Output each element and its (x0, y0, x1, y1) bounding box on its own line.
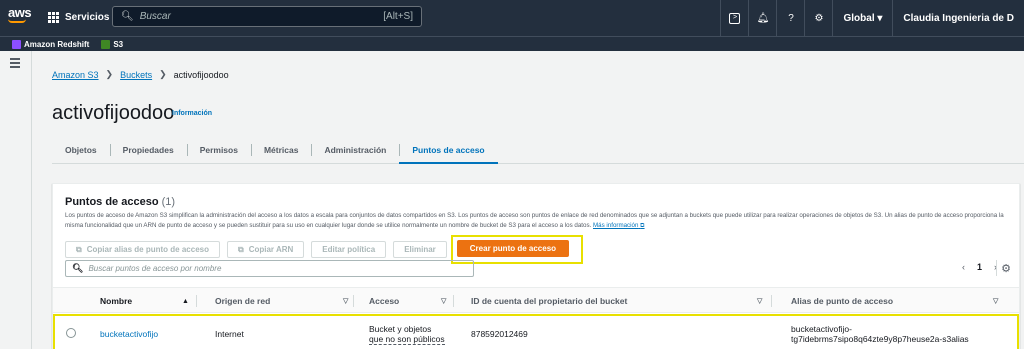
tab-management[interactable]: Administración (311, 136, 399, 163)
row-select-radio[interactable] (66, 328, 76, 338)
column-divider (453, 295, 454, 307)
alias-cell: bucketactivofijo- tg7idebrms7sipo8q64zte… (791, 316, 969, 349)
top-nav: aws Servicios 🔍︎ [Alt+S] > 🔔︎ ? ⚙ Global… (0, 0, 1024, 36)
nav-right: > 🔔︎ ? ⚙ Global ▾ Claudia Ingenieria de … (720, 0, 1024, 36)
alias-line-2: tg7idebrms7sipo8q64zte9y8p7heuse2a-s3ali… (791, 334, 969, 344)
cloudshell-icon: > (729, 12, 741, 24)
external-link-icon: ⧉ (640, 222, 645, 229)
sort-icon: ▽ (757, 298, 763, 305)
copy-alias-label: Copiar alias de punto de acceso (86, 245, 209, 254)
divider (996, 260, 997, 276)
panel-title: Puntos de acceso (1) (65, 196, 175, 208)
breadcrumb-current: activofijoodoo (173, 69, 229, 80)
account-id-cell: 878592012469 (471, 329, 528, 339)
more-info-link[interactable]: Más información ⧉ (593, 222, 645, 229)
sort-asc-icon: ▲ (182, 297, 189, 305)
bell-icon: 🔔︎ (756, 12, 770, 24)
favorite-redshift[interactable]: Amazon Redshift (12, 39, 90, 49)
chevron-right-icon: ❯ (105, 69, 114, 79)
access-point-filter[interactable]: 🔍︎ (65, 260, 474, 277)
aws-smile-icon (8, 19, 26, 23)
global-search[interactable]: 🔍︎ [Alt+S] (112, 6, 422, 27)
access-line-1: Bucket y objetos (369, 323, 432, 334)
settings-button[interactable]: ⚙ (804, 0, 832, 36)
favorites-bar: Amazon Redshift S3 (0, 36, 1024, 51)
favorite-label: Amazon Redshift (24, 39, 90, 49)
table-settings-icon[interactable]: ⚙ (1001, 262, 1011, 275)
prev-page-button[interactable]: ‹ (962, 262, 965, 272)
menu-icon[interactable] (10, 58, 20, 70)
region-selector[interactable]: Global ▾ (832, 0, 892, 36)
copy-alias-button[interactable]: ⧉ Copiar alias de punto de acceso (65, 241, 220, 258)
tab-permissions[interactable]: Permisos (186, 136, 251, 163)
access-cell: Bucket y objetos que no son públicos (369, 316, 445, 349)
search-shortcut: [Alt+S] (383, 11, 413, 22)
column-network-origin[interactable]: Origen de red ▽ (215, 288, 353, 314)
notifications-button[interactable]: 🔔︎ (748, 0, 776, 36)
alias-line-1: bucketactivofijo- (791, 324, 852, 334)
aws-logo[interactable]: aws (8, 5, 32, 20)
bucket-tabs: Objetos Propiedades Permisos Métricas Ad… (52, 136, 1024, 164)
access-point-search-input[interactable] (88, 264, 467, 273)
sort-icon: ▽ (441, 298, 447, 305)
delete-button[interactable]: Eliminar (393, 241, 447, 258)
pagination: ‹ 1 › (950, 262, 997, 272)
services-label: Servicios (65, 11, 110, 23)
page-title: activofijoodoo (52, 102, 175, 124)
sort-icon: ▽ (993, 298, 999, 305)
gear-icon: ⚙ (814, 12, 824, 24)
table-row[interactable]: bucketactivofijo Internet Bucket y objet… (53, 314, 1019, 349)
search-icon: 🔍︎ (121, 11, 134, 22)
panel-description: Los puntos de acceso de Amazon S3 simpli… (65, 211, 1009, 231)
tab-access-points[interactable]: Puntos de acceso (399, 136, 498, 164)
column-name[interactable]: Nombre ▲ (100, 288, 196, 314)
tab-properties[interactable]: Propiedades (109, 136, 187, 163)
panel-title-text: Puntos de acceso (65, 196, 159, 208)
column-divider (196, 295, 197, 307)
favorite-s3[interactable]: S3 (101, 39, 124, 49)
info-link[interactable]: Información (172, 110, 212, 117)
breadcrumb-amazon-s3[interactable]: Amazon S3 (52, 70, 99, 80)
help-icon: ? (788, 12, 794, 24)
sort-icon: ▽ (343, 298, 349, 305)
tab-objects[interactable]: Objetos (52, 136, 110, 163)
column-account-id[interactable]: ID de cuenta del propietario del bucket … (471, 288, 768, 314)
create-access-point-button[interactable]: Crear punto de acceso (456, 240, 570, 257)
column-divider (771, 295, 772, 307)
description-text: Los puntos de acceso de Amazon S3 simpli… (65, 212, 1004, 229)
table-header: Nombre ▲ Origen de red ▽ Acceso ▽ ID de … (53, 287, 1019, 313)
chevron-right-icon: ❯ (159, 69, 167, 79)
access-line-2: que no son públicos (369, 333, 445, 345)
edit-policy-button[interactable]: Editar política (311, 241, 387, 258)
help-button[interactable]: ? (776, 0, 804, 36)
column-divider (353, 295, 354, 307)
breadcrumb-buckets[interactable]: Buckets (120, 70, 152, 80)
account-menu[interactable]: Claudia Ingenieria de D (892, 0, 1024, 36)
tab-metrics[interactable]: Métricas (250, 136, 312, 163)
copy-arn-button[interactable]: ⧉ Copiar ARN (226, 241, 305, 258)
copy-arn-label: Copiar ARN (248, 245, 294, 254)
favorite-label: S3 (113, 39, 124, 49)
redshift-icon (12, 39, 21, 49)
cloudshell-button[interactable]: > (720, 0, 748, 36)
column-alias[interactable]: Alias de punto de acceso ▽ (791, 288, 1001, 314)
network-origin-cell: Internet (215, 329, 244, 339)
access-points-count: (1) (161, 196, 176, 208)
s3-icon (101, 39, 111, 49)
access-point-name-link[interactable]: bucketactivofijo (100, 316, 158, 349)
access-points-panel: Puntos de acceso (1) Los puntos de acces… (52, 183, 1020, 349)
breadcrumb: Amazon S3 ❯ Buckets ❯ activofijoodoo (52, 69, 229, 80)
grid-icon (48, 11, 59, 23)
page-number[interactable]: 1 (977, 262, 982, 272)
search-icon: 🔍︎ (72, 263, 84, 273)
global-search-input[interactable] (139, 11, 384, 22)
column-access[interactable]: Acceso ▽ (369, 288, 452, 314)
side-rail-divider (31, 51, 32, 349)
copy-icon: ⧉ (76, 244, 82, 254)
copy-icon: ⧉ (237, 244, 244, 254)
services-menu-button[interactable]: Servicios (48, 7, 109, 27)
